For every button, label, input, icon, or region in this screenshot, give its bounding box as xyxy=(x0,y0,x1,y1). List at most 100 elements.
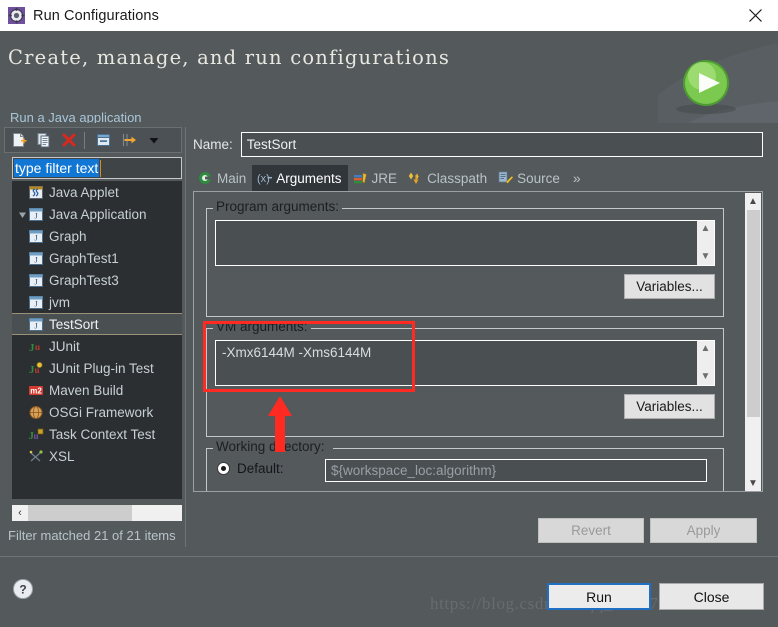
java-application-icon: J xyxy=(28,207,44,222)
text-caret xyxy=(100,159,102,177)
content-vertical-scrollbar[interactable]: ▲ ▼ xyxy=(745,193,761,491)
close-button-label: Close xyxy=(693,588,730,605)
svg-text:J: J xyxy=(34,277,37,286)
tree-item-java-applet[interactable]: Java Applet xyxy=(12,181,182,203)
tree-item-label: GraphTest3 xyxy=(49,272,119,288)
variables-button-label: Variables... xyxy=(636,399,703,414)
tree-item-label: GraphTest1 xyxy=(49,250,119,266)
tree-item-osgi-framework[interactable]: OSGi Framework xyxy=(12,401,182,423)
duplicate-icon[interactable] xyxy=(33,129,55,151)
scrollbar-thumb[interactable] xyxy=(28,505,132,521)
group-border-line xyxy=(327,208,723,209)
svg-text:J: J xyxy=(34,211,37,220)
window-title: Run Configurations xyxy=(33,7,159,24)
run-configurations-dialog: Run Configurations Create, manage, and r… xyxy=(0,0,778,627)
scroll-up-icon[interactable]: ▲ xyxy=(701,344,711,354)
java-application-icon: J xyxy=(28,273,44,288)
scroll-down-icon[interactable]: ▼ xyxy=(701,372,711,382)
scroll-up-icon[interactable]: ▲ xyxy=(701,224,711,234)
tree-item-maven-build[interactable]: m2 Maven Build xyxy=(12,379,182,401)
tree-item-label: Java Applet xyxy=(49,184,119,200)
tree-item-jvm[interactable]: J jvm xyxy=(12,291,182,313)
tree-item-java-application[interactable]: J Java Application xyxy=(12,203,182,225)
java-applet-icon xyxy=(28,185,44,200)
program-arguments-value xyxy=(216,221,697,265)
task-context-test-icon: J u xyxy=(28,427,44,442)
vm-arguments-variables-button[interactable]: Variables... xyxy=(624,394,715,419)
working-directory-default-radio[interactable]: Default: xyxy=(217,461,284,476)
tree-item-testsort[interactable]: J TestSort xyxy=(12,313,182,335)
collapse-all-icon[interactable] xyxy=(93,129,115,151)
tab-main[interactable]: Main xyxy=(193,165,252,191)
program-arguments-scrollbar[interactable]: ▲ ▼ xyxy=(697,221,714,265)
java-application-icon: J xyxy=(28,295,44,310)
working-directory-path-input[interactable]: ${workspace_loc:algorithm} xyxy=(325,459,707,482)
scroll-up-icon[interactable]: ▲ xyxy=(745,193,761,210)
maven-icon: m2 xyxy=(28,383,44,398)
filter-launch-configurations-icon[interactable] xyxy=(118,129,140,151)
arguments-tab-icon: (x) xyxy=(257,171,273,185)
tree-item-label: Task Context Test xyxy=(49,426,156,442)
tab-arguments[interactable]: (x) Arguments xyxy=(252,165,348,191)
scroll-left-icon[interactable]: ‹ xyxy=(12,505,28,521)
tree-item-junit-plugin-test[interactable]: J u JUnit Plug-in Test xyxy=(12,357,182,379)
banner-heading: Create, manage, and run configurations xyxy=(8,46,451,69)
tree-expander-icon[interactable] xyxy=(16,210,28,219)
tree-item-label: XSL xyxy=(49,448,75,464)
delete-icon[interactable] xyxy=(58,129,80,151)
vm-arguments-input[interactable]: -Xmx6144M -Xms6144M ▲ ▼ xyxy=(215,340,715,386)
tree-item-task-context-test[interactable]: J u Task Context Test xyxy=(12,423,182,445)
dialog-banner: Create, manage, and run configurations R… xyxy=(0,31,778,123)
launch-configuration-tree[interactable]: Java Applet J Java Application J Graph J… xyxy=(12,181,182,499)
name-input[interactable]: TestSort xyxy=(240,132,763,157)
configuration-name-row: Name: TestSort xyxy=(193,132,763,157)
tree-item-graphtest1[interactable]: J GraphTest1 xyxy=(12,247,182,269)
scroll-down-icon[interactable]: ▼ xyxy=(745,475,761,491)
title-bar: Run Configurations xyxy=(0,0,778,31)
svg-text:u: u xyxy=(35,342,40,352)
toolbar-separator xyxy=(84,131,85,149)
osgi-icon xyxy=(28,405,44,420)
run-button[interactable]: Run xyxy=(547,583,651,610)
vm-arguments-scrollbar[interactable]: ▲ ▼ xyxy=(697,341,714,385)
program-arguments-input[interactable]: ▲ ▼ xyxy=(215,220,715,266)
tree-horizontal-scrollbar[interactable]: ‹ xyxy=(12,505,182,521)
filter-status-text: Filter matched 21 of 21 items xyxy=(8,528,176,543)
revert-button[interactable]: Revert xyxy=(538,518,644,543)
scroll-down-icon[interactable]: ▼ xyxy=(701,252,711,262)
tree-item-graphtest3[interactable]: J GraphTest3 xyxy=(12,269,182,291)
banner-subheading: Run a Java application xyxy=(10,110,142,123)
tab-source[interactable]: Source xyxy=(493,165,566,191)
group-border-line xyxy=(307,328,723,329)
run-configurations-icon xyxy=(8,7,25,24)
junit-plugin-icon: J u xyxy=(28,361,44,376)
close-button[interactable]: Close xyxy=(659,583,764,610)
tabs-overflow-chevron-icon[interactable]: » xyxy=(566,171,581,185)
tab-jre[interactable]: JRE xyxy=(348,165,404,191)
view-menu-chevron-icon[interactable] xyxy=(143,129,165,151)
radio-indicator[interactable] xyxy=(217,462,230,475)
program-arguments-variables-button[interactable]: Variables... xyxy=(624,274,715,299)
new-launch-configuration-icon[interactable] xyxy=(8,129,30,151)
java-application-icon: J xyxy=(28,317,44,332)
apply-button[interactable]: Apply xyxy=(650,518,757,543)
tab-label: Source xyxy=(517,170,560,186)
help-question-icon[interactable]: ? xyxy=(12,578,34,600)
junit-icon: J u xyxy=(28,339,44,354)
run-button-label: Run xyxy=(586,588,612,605)
tab-classpath[interactable]: Classpath xyxy=(403,165,493,191)
vm-arguments-label: VM arguments: xyxy=(213,319,311,334)
svg-text:m2: m2 xyxy=(30,386,42,395)
tree-item-xsl[interactable]: XSL xyxy=(12,445,182,467)
scrollbar-thumb[interactable] xyxy=(746,210,760,417)
xsl-icon xyxy=(28,449,44,464)
working-directory-path-value: ${workspace_loc:algorithm} xyxy=(331,463,497,478)
tab-label: JRE xyxy=(371,170,398,186)
tab-label: Main xyxy=(217,170,247,186)
variables-button-label: Variables... xyxy=(636,279,703,294)
tree-item-junit[interactable]: J u JUnit xyxy=(12,335,182,357)
search-input[interactable]: type filter text xyxy=(12,157,182,179)
close-icon[interactable] xyxy=(732,0,778,31)
working-directory-label: Working directory: xyxy=(213,439,328,454)
tree-item-graph[interactable]: J Graph xyxy=(12,225,182,247)
